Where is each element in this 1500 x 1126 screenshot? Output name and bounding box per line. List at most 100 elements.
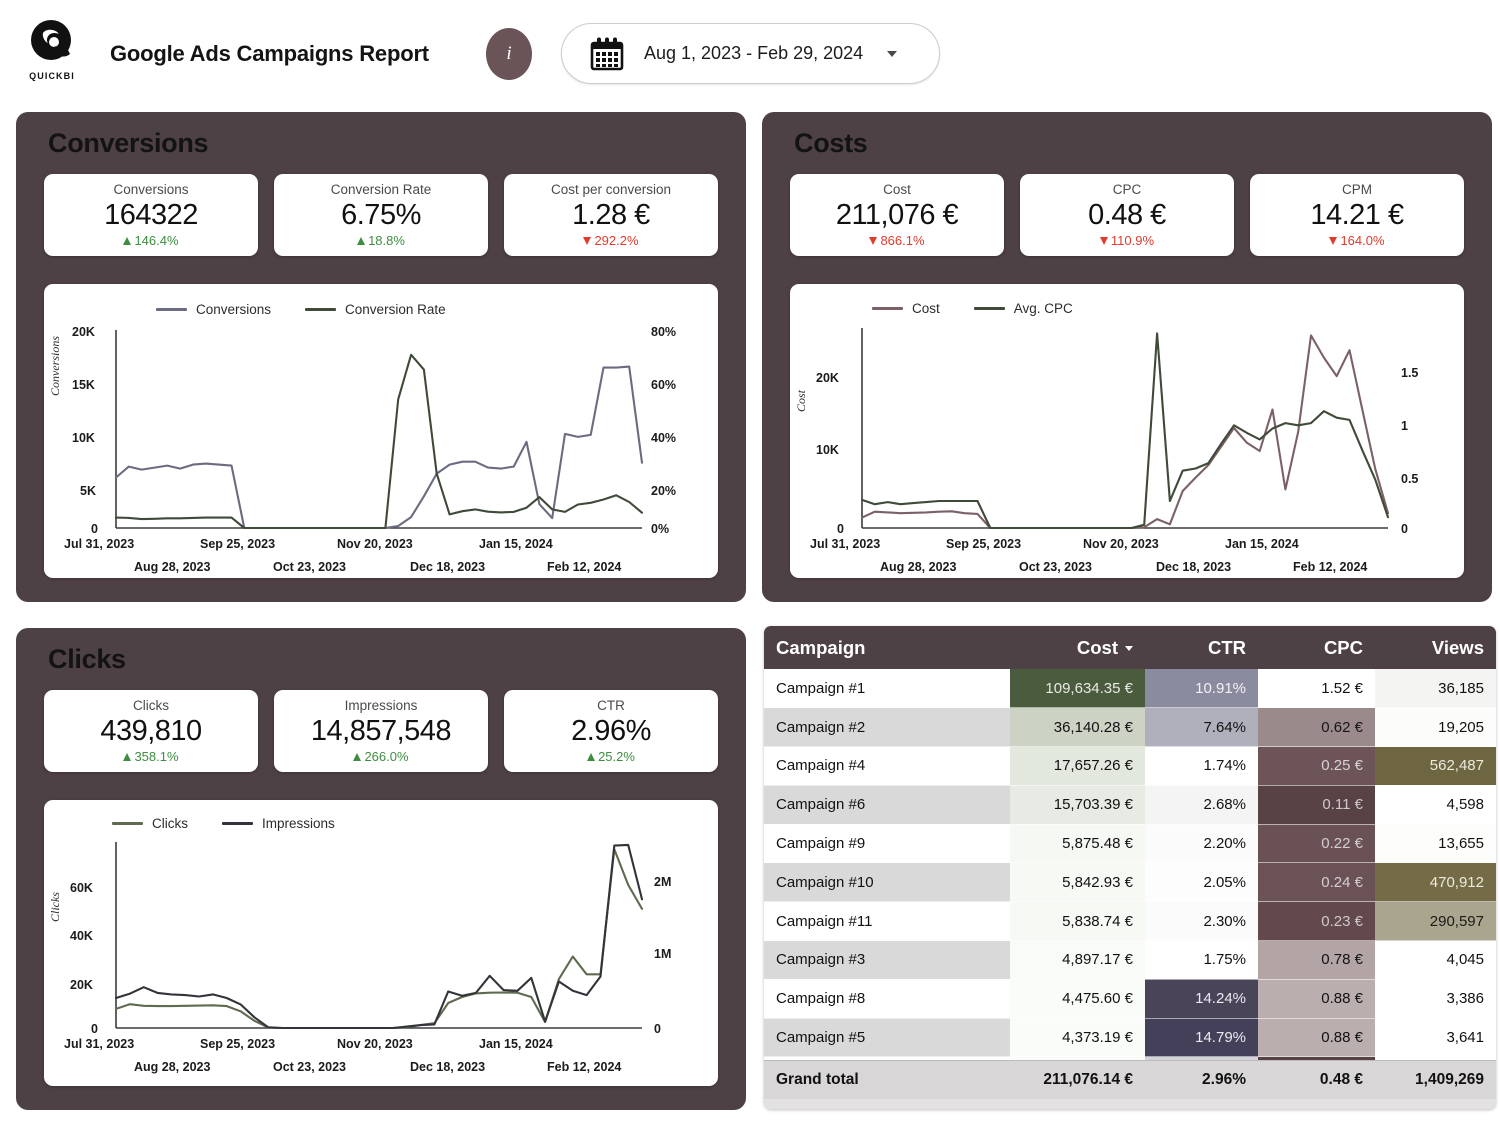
- conversions-chart[interactable]: Conversions Conversion Rate Conversions …: [44, 284, 718, 578]
- chevron-down-icon[interactable]: [887, 50, 897, 57]
- clicks-kpi-row: Clicks 439,810 358.1% Impressions 14,857…: [44, 690, 718, 772]
- kpi-delta: 25.2%: [587, 750, 635, 763]
- kpi-delta: 358.1%: [123, 749, 179, 765]
- costs-chart[interactable]: Cost Avg. CPC Cost Avg. CPC 20K 10K 0 1.…: [790, 284, 1464, 578]
- kpi-cost-per-conversion[interactable]: Cost per conversion 1.28 € 292.2%: [504, 174, 718, 256]
- cell-cpc: 0.23 €: [1258, 901, 1375, 942]
- campaigns-table-container[interactable]: Campaign Cost CTR CPC Views Campaign #1 1…: [764, 626, 1496, 1109]
- cell-cpc: 0.22 €: [1258, 824, 1375, 864]
- kpi-conversion-rate[interactable]: Conversion Rate 6.75% 18.8%: [274, 174, 488, 256]
- column-header-views[interactable]: Views: [1375, 626, 1496, 669]
- kpi-label: CTR: [597, 697, 625, 713]
- cell-cost: 5,875.48 €: [1010, 824, 1145, 864]
- x-tick: Sep 25, 2023: [200, 1037, 276, 1051]
- cell-cost: 4,475.60 €: [1010, 979, 1145, 1019]
- campaigns-table: Campaign Cost CTR CPC Views Campaign #1 1…: [764, 626, 1496, 1060]
- grand-total-cpc: 0.48 €: [1319, 1071, 1363, 1088]
- table-row[interactable]: Campaign #6 15,703.39 €2.68% 0.11 €4,598: [764, 785, 1496, 825]
- x-tick: Sep 25, 2023: [200, 537, 276, 551]
- kpi-delta: 164.0%: [1329, 234, 1385, 247]
- cell-campaign: Campaign #11: [764, 901, 1010, 942]
- cell-views: 562,487: [1375, 746, 1496, 786]
- kpi-clicks[interactable]: Clicks 439,810 358.1%: [44, 690, 258, 772]
- kpi-label: Clicks: [133, 697, 169, 713]
- x-tick: Dec 18, 2023: [1156, 560, 1232, 574]
- cell-cost: 5,842.93 €: [1010, 862, 1145, 903]
- table-header-row: Campaign Cost CTR CPC Views: [764, 626, 1496, 669]
- kpi-value: 14,857,548: [310, 714, 452, 747]
- cell-ctr: 2.30%: [1145, 901, 1258, 942]
- table-row[interactable]: Campaign #8 4,475.60 €14.24% 0.88 €3,386: [764, 979, 1496, 1019]
- kpi-delta-value: 866.1%: [880, 233, 925, 249]
- table-row[interactable]: Campaign #10 5,842.93 €2.05% 0.24 €470,912: [764, 862, 1496, 903]
- clicks-panel: Clicks Clicks 439,810 358.1% Impressions…: [16, 628, 746, 1110]
- cell-campaign: Campaign #3: [764, 940, 1010, 980]
- kpi-cpm[interactable]: CPM 14.21 € 164.0%: [1250, 174, 1464, 256]
- table-row[interactable]: Campaign #2 36,140.28 €7.64% 0.62 €19,205: [764, 707, 1496, 748]
- table-row[interactable]: Campaign #4 17,657.26 €1.74% 0.25 €562,487: [764, 746, 1496, 786]
- cell-ctr: 10.91%: [1145, 669, 1258, 709]
- column-header-campaign[interactable]: Campaign: [764, 626, 1010, 669]
- grand-total-label: Grand total: [776, 1071, 859, 1088]
- x-tick: Nov 20, 2023: [337, 537, 413, 551]
- grand-total-views: 1,409,269: [1415, 1071, 1484, 1088]
- date-range-picker[interactable]: Aug 1, 2023 - Feb 29, 2024: [561, 23, 940, 84]
- x-tick: Jan 15, 2024: [479, 537, 553, 551]
- info-icon[interactable]: i: [486, 28, 532, 80]
- column-header-cpc[interactable]: CPC: [1258, 626, 1375, 669]
- table-row[interactable]: Campaign #5 4,373.19 €14.79% 0.88 €3,641: [764, 1018, 1496, 1058]
- cell-cost: 17,657.26 €: [1010, 746, 1145, 786]
- table-row[interactable]: Campaign #11 5,838.74 €2.30% 0.23 €290,597: [764, 901, 1496, 942]
- conversions-panel-title: Conversions: [48, 128, 209, 158]
- x-tick: Jul 31, 2023: [810, 537, 881, 551]
- cell-ctr: 2.20%: [1145, 824, 1258, 864]
- table-row[interactable]: Campaign #3 4,897.17 €1.75% 0.78 €4,045: [764, 940, 1496, 980]
- conversions-kpi-row: Conversions 164322 146.4% Conversion Rat…: [44, 174, 718, 256]
- kpi-conversions[interactable]: Conversions 164322 146.4%: [44, 174, 258, 256]
- x-tick: Oct 23, 2023: [1019, 560, 1092, 574]
- table-head: Campaign Cost CTR CPC Views: [764, 626, 1496, 669]
- cell-ctr: 7.64%: [1145, 707, 1258, 748]
- column-header-ctr[interactable]: CTR: [1145, 626, 1258, 669]
- kpi-label: CPC: [1112, 181, 1142, 197]
- kpi-delta: 146.4%: [123, 234, 179, 247]
- kpi-cost[interactable]: Cost 211,076 € 866.1%: [790, 174, 1004, 256]
- kpi-delta: 18.8%: [357, 234, 405, 247]
- cell-ctr: 1.74%: [1145, 746, 1258, 786]
- table-row[interactable]: Campaign #9 5,875.48 €2.20% 0.22 €13,655: [764, 824, 1496, 864]
- kpi-label: Impressions: [344, 697, 418, 713]
- table-row[interactable]: Campaign #1 109,634.35 €10.91% 1.52 €36,18…: [764, 669, 1496, 709]
- x-tick: Oct 23, 2023: [273, 560, 346, 574]
- kpi-delta: 292.2%: [583, 234, 639, 247]
- cell-cpc: 1.52 €: [1258, 669, 1375, 709]
- kpi-delta: 110.9%: [1099, 234, 1154, 247]
- cell-campaign: Campaign #10: [764, 862, 1010, 903]
- cell-campaign: Campaign #5: [764, 1018, 1010, 1058]
- date-range-value: Aug 1, 2023 - Feb 29, 2024: [644, 43, 864, 63]
- kpi-delta: 866.1%: [869, 233, 925, 249]
- cell-cpc: 0.88 €: [1258, 979, 1375, 1019]
- x-tick: Feb 12, 2024: [1293, 560, 1368, 574]
- x-tick: Jan 15, 2024: [1225, 537, 1299, 551]
- cell-ctr: 1.75%: [1145, 940, 1258, 980]
- column-header-cost[interactable]: Cost: [1010, 626, 1145, 669]
- campaigns-table-scroll[interactable]: Campaign Cost CTR CPC Views Campaign #1 1…: [764, 626, 1496, 1060]
- clicks-panel-title: Clicks: [48, 644, 126, 674]
- cell-cpc: 0.78 €: [1258, 940, 1375, 980]
- sort-descending-icon[interactable]: [1125, 646, 1133, 652]
- cell-ctr: 2.05%: [1145, 862, 1258, 903]
- grand-total-ctr: 2.96%: [1202, 1071, 1246, 1088]
- x-tick: Sep 25, 2023: [946, 537, 1022, 551]
- cell-ctr: 14.24%: [1145, 979, 1258, 1019]
- kpi-ctr[interactable]: CTR 2.96% 25.2%: [504, 690, 718, 772]
- kpi-cpc[interactable]: CPC 0.48 € 110.9%: [1020, 174, 1234, 256]
- x-tick: Feb 12, 2024: [547, 1060, 622, 1074]
- x-tick: Dec 18, 2023: [410, 1060, 486, 1074]
- cell-ctr: 14.79%: [1145, 1018, 1258, 1058]
- kpi-impressions[interactable]: Impressions 14,857,548 266.0%: [274, 690, 488, 772]
- cell-views: 4,045: [1375, 940, 1496, 980]
- x-tick: Dec 18, 2023: [410, 560, 486, 574]
- kpi-delta-value: 358.1%: [134, 749, 179, 765]
- clicks-chart[interactable]: Clicks Impressions Clicks Impressions 60…: [44, 800, 718, 1086]
- arrow-down-icon: [1329, 236, 1338, 245]
